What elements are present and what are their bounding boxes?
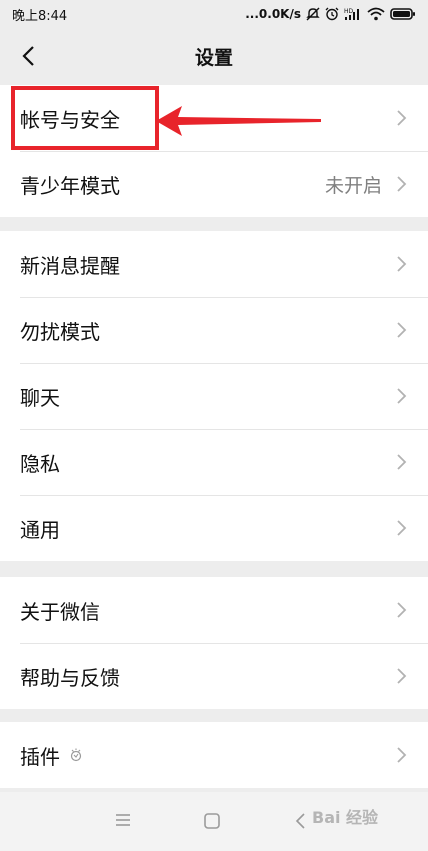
settings-group-about: 关于微信 帮助与反馈 bbox=[0, 577, 428, 709]
settings-item-new-message[interactable]: 新消息提醒 bbox=[0, 231, 428, 297]
signal-hd-icon: HD bbox=[344, 7, 362, 21]
settings-group-plugins: 插件 bbox=[0, 722, 428, 788]
annotation-highlight-box bbox=[11, 86, 159, 150]
settings-item-value: 未开启 bbox=[324, 174, 382, 197]
settings-item-about-wechat[interactable]: 关于微信 bbox=[0, 577, 428, 643]
settings-item-do-not-disturb[interactable]: 勿扰模式 bbox=[0, 297, 428, 363]
chevron-right-icon bbox=[397, 747, 407, 763]
settings-item-label: 通用 bbox=[20, 517, 60, 542]
menu-icon bbox=[116, 814, 130, 826]
settings-item-label: 帮助与反馈 bbox=[20, 665, 120, 690]
back-button[interactable] bbox=[10, 38, 46, 74]
mute-icon bbox=[306, 7, 320, 21]
chevron-right-icon bbox=[397, 256, 407, 272]
status-icons: ...0.0K/s HD bbox=[245, 7, 416, 21]
settings-item-label: 青少年模式 bbox=[20, 173, 120, 198]
chevron-left-icon bbox=[22, 46, 34, 66]
home-icon bbox=[204, 813, 220, 829]
settings-item-general[interactable]: 通用 bbox=[0, 495, 428, 561]
settings-item-privacy[interactable]: 隐私 bbox=[0, 429, 428, 495]
settings-item-label: 新消息提醒 bbox=[20, 253, 120, 278]
back-icon bbox=[295, 813, 305, 829]
chevron-right-icon bbox=[397, 520, 407, 536]
settings-item-label: 勿扰模式 bbox=[20, 319, 100, 344]
chevron-right-icon bbox=[397, 110, 407, 126]
battery-icon bbox=[390, 7, 416, 21]
home-button[interactable] bbox=[203, 812, 221, 830]
status-bar: 晚上8:44 ...0.0K/s HD bbox=[0, 0, 428, 28]
settings-item-label: 隐私 bbox=[20, 451, 60, 476]
plugin-icon bbox=[68, 747, 84, 763]
wifi-icon bbox=[367, 7, 385, 21]
chevron-right-icon bbox=[397, 176, 407, 192]
chevron-right-icon bbox=[397, 668, 407, 684]
settings-item-label: 关于微信 bbox=[20, 599, 100, 624]
settings-item-teen-mode[interactable]: 青少年模式 未开启 bbox=[0, 151, 428, 217]
settings-item-plugins[interactable]: 插件 bbox=[0, 722, 428, 788]
chevron-right-icon bbox=[397, 602, 407, 618]
system-back-button[interactable] bbox=[294, 812, 306, 830]
settings-item-help-feedback[interactable]: 帮助与反馈 bbox=[0, 643, 428, 709]
chevron-right-icon bbox=[397, 322, 407, 338]
settings-screen: 晚上8:44 ...0.0K/s HD 设置 帐号与安全 青少年模式 未开启 新… bbox=[0, 0, 428, 851]
chevron-right-icon bbox=[397, 388, 407, 404]
chevron-right-icon bbox=[397, 454, 407, 470]
annotation-arrow-icon bbox=[156, 106, 321, 136]
settings-group-general: 新消息提醒 勿扰模式 聊天 隐私 通用 bbox=[0, 231, 428, 561]
settings-item-label: 插件 bbox=[20, 744, 60, 769]
svg-text:HD: HD bbox=[344, 8, 354, 15]
watermark: Bai 经验 bbox=[312, 808, 379, 827]
net-speed: ...0.0K/s bbox=[245, 7, 301, 21]
status-time: 晚上8:44 bbox=[12, 8, 68, 24]
settings-item-label: 聊天 bbox=[20, 385, 60, 410]
menu-button[interactable] bbox=[114, 812, 132, 828]
nav-bar: 设置 bbox=[0, 28, 428, 84]
page-title: 设置 bbox=[194, 46, 233, 69]
settings-item-chat[interactable]: 聊天 bbox=[0, 363, 428, 429]
alarm-icon bbox=[325, 7, 339, 21]
